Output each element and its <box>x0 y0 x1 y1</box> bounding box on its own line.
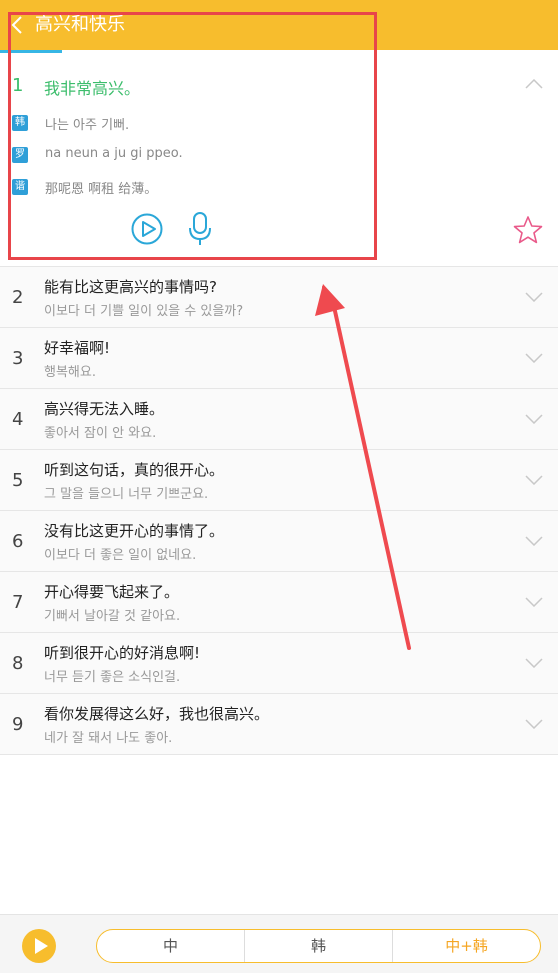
item-korean: 너무 듣기 좋은 소식인걸. <box>44 670 181 685</box>
item-korean: 좋아서 잠이 안 와요. <box>44 426 157 441</box>
chevron-down-icon[interactable] <box>525 475 543 485</box>
chevron-down-icon[interactable] <box>525 719 543 729</box>
item-number: 9 <box>12 714 24 735</box>
romanization-tag: 罗 <box>12 147 28 163</box>
item-chinese: 听到这句话，真的很开心。 <box>44 461 225 479</box>
chevron-down-icon[interactable] <box>525 353 543 363</box>
item-number: 5 <box>12 470 24 491</box>
item-korean: 기뻐서 날아갈 것 같아요. <box>44 609 181 624</box>
play-audio-icon[interactable] <box>131 213 163 245</box>
item-number: 4 <box>12 409 24 430</box>
list-item[interactable]: 7 开心得要飞起来了。 기뻐서 날아갈 것 같아요. <box>0 571 558 632</box>
item-chinese: 能有比这更高兴的事情吗? <box>44 278 217 296</box>
list-item[interactable]: 4 高兴得无法入睡。 좋아서 잠이 안 와요. <box>0 388 558 449</box>
item-number: 7 <box>12 592 24 613</box>
favorite-star-icon[interactable] <box>512 214 544 246</box>
item-chinese: 好幸福啊! <box>44 339 111 357</box>
microphone-icon[interactable] <box>188 211 212 247</box>
sentence-chinese: 我非常高兴。 <box>44 79 141 98</box>
item-chinese: 看你发展得这么好，我也很高兴。 <box>44 705 270 723</box>
item-chinese: 听到很开心的好消息啊! <box>44 644 201 662</box>
item-korean: 네가 잘 돼서 나도 좋아. <box>44 731 173 746</box>
korean-text: 나는 아주 기뻐. <box>45 118 130 133</box>
chevron-up-icon[interactable] <box>525 79 543 89</box>
item-chinese: 开心得要飞起来了。 <box>44 583 180 601</box>
chevron-down-icon[interactable] <box>525 536 543 546</box>
homophone-text: 那呢恩 啊租 给薄。 <box>45 182 158 197</box>
item-chinese: 高兴得无法入睡。 <box>44 400 165 418</box>
mode-chinese-korean[interactable]: 中+韩 <box>392 930 540 962</box>
expanded-sentence-card[interactable]: 1 我非常高兴。 韩 나는 아주 기뻐. 罗 na neun a ju gi p… <box>0 53 558 266</box>
play-all-icon[interactable] <box>22 929 56 963</box>
mode-korean[interactable]: 韩 <box>244 930 392 962</box>
romanization-text: na neun a ju gi ppeo. <box>45 146 183 161</box>
item-korean: 행복해요. <box>44 365 96 380</box>
item-korean: 그 말을 들으니 너무 기쁘군요. <box>44 487 209 502</box>
item-korean: 이보다 더 좋은 일이 없네요. <box>44 548 197 563</box>
item-number: 8 <box>12 653 24 674</box>
mode-chinese[interactable]: 中 <box>97 930 244 962</box>
app-header: 高兴和快乐 <box>0 0 558 50</box>
list-item[interactable]: 2 能有比这更高兴的事情吗? 이보다 더 기쁠 일이 있을 수 있을까? <box>0 266 558 327</box>
chevron-down-icon[interactable] <box>525 292 543 302</box>
korean-tag: 韩 <box>12 115 28 131</box>
bottom-toolbar: 中 韩 中+韩 <box>0 914 558 973</box>
item-chinese: 没有比这更开心的事情了。 <box>44 522 225 540</box>
list-item[interactable]: 9 看你发展得这么好，我也很高兴。 네가 잘 돼서 나도 좋아. <box>0 693 558 755</box>
item-number: 3 <box>12 348 24 369</box>
sentence-list: 2 能有比这更高兴的事情吗? 이보다 더 기쁠 일이 있을 수 있을까? 3 好… <box>0 266 558 755</box>
homophone-tag: 谐 <box>12 179 28 195</box>
chevron-down-icon[interactable] <box>525 414 543 424</box>
chevron-down-icon[interactable] <box>525 658 543 668</box>
list-item[interactable]: 6 没有比这更开心的事情了。 이보다 더 좋은 일이 없네요. <box>0 510 558 571</box>
item-korean: 이보다 더 기쁠 일이 있을 수 있을까? <box>44 304 244 319</box>
list-item[interactable]: 3 好幸福啊! 행복해요. <box>0 327 558 388</box>
list-item[interactable]: 8 听到很开心的好消息啊! 너무 듣기 좋은 소식인걸. <box>0 632 558 693</box>
item-number: 6 <box>12 531 24 552</box>
list-item[interactable]: 5 听到这句话，真的很开心。 그 말을 들으니 너무 기쁘군요. <box>0 449 558 510</box>
item-number: 2 <box>12 287 24 308</box>
sentence-number: 1 <box>12 75 24 96</box>
chevron-down-icon[interactable] <box>525 597 543 607</box>
page-title: 高兴和快乐 <box>35 14 125 35</box>
back-arrow-icon[interactable] <box>8 14 28 36</box>
language-mode-selector: 中 韩 中+韩 <box>96 929 541 963</box>
